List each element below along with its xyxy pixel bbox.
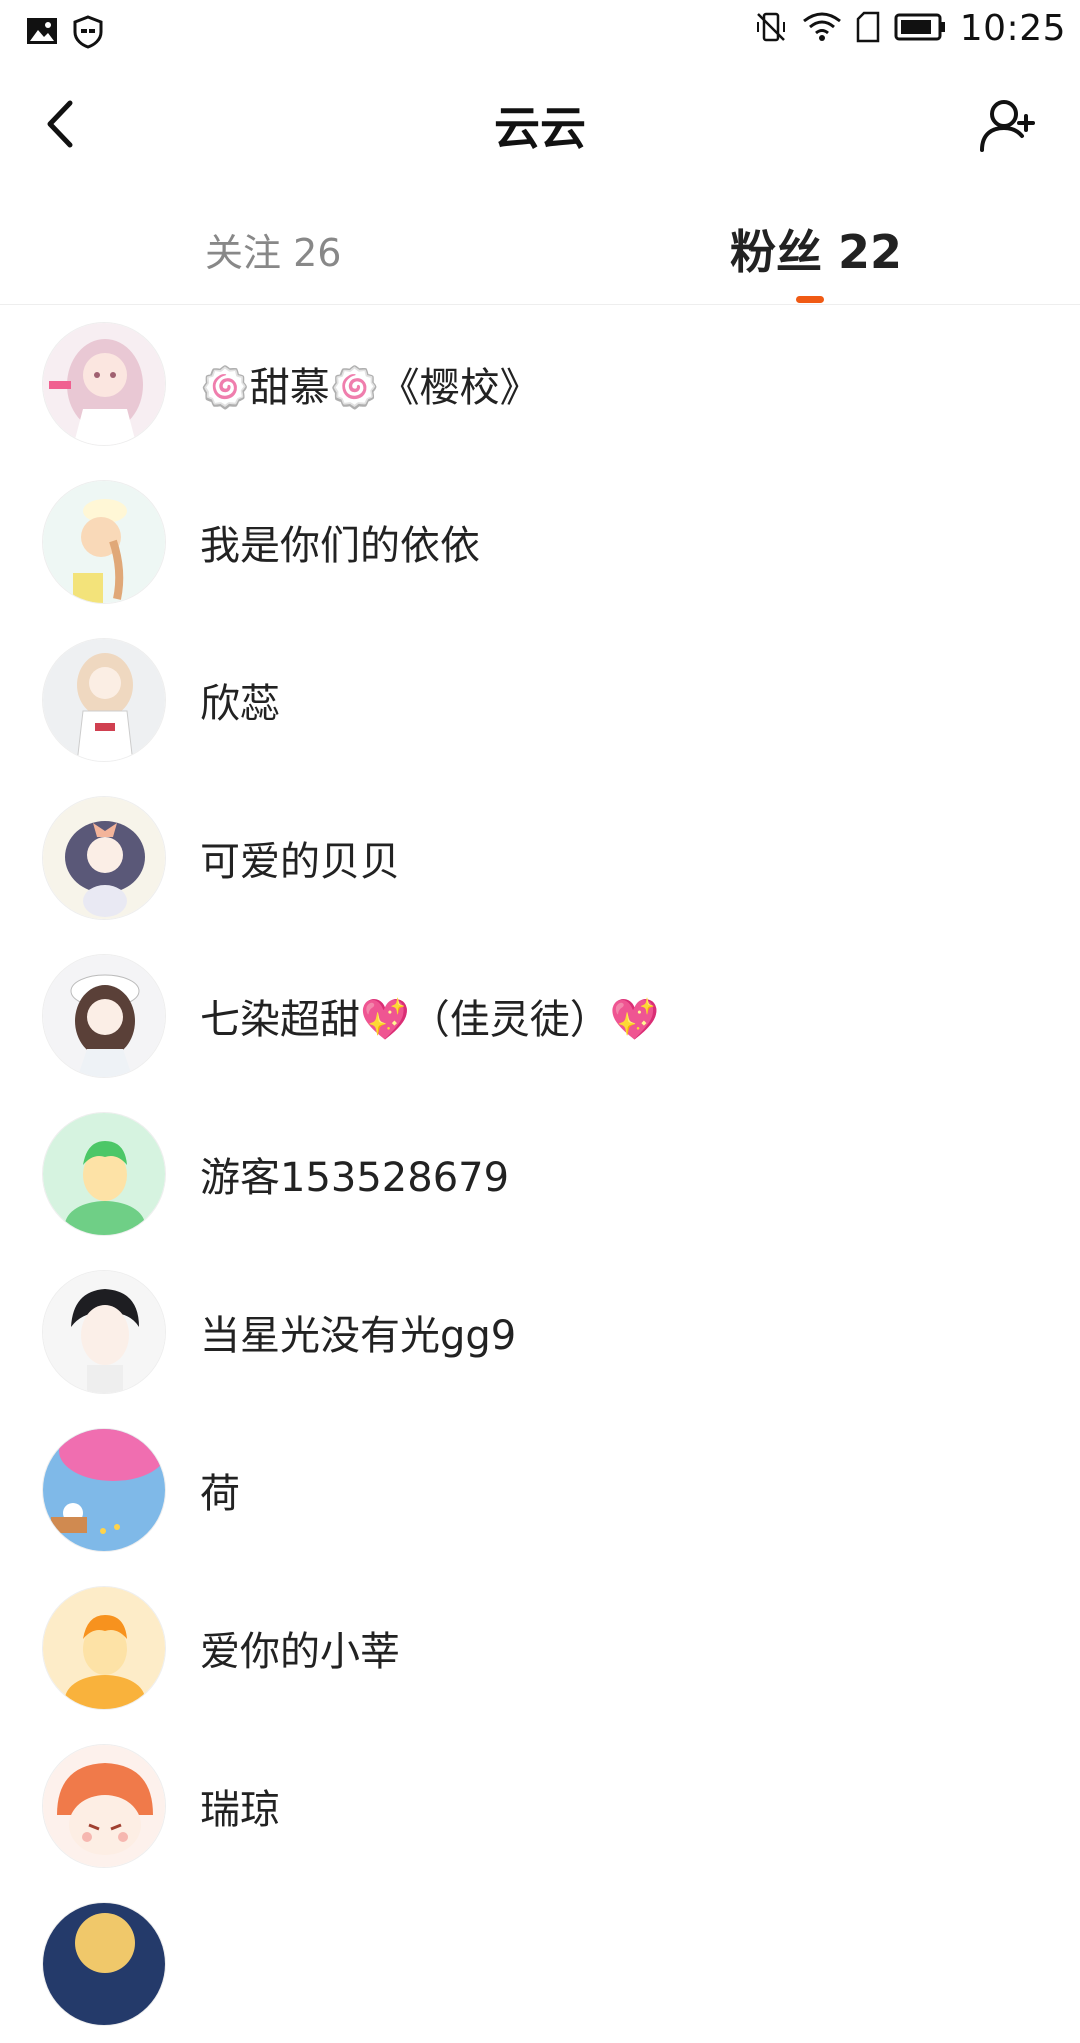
avatar[interactable] xyxy=(42,322,166,446)
image-icon xyxy=(26,15,58,53)
fan-nickname: 瑞琼 xyxy=(200,1787,280,1833)
fan-nickname: 欣蕊 xyxy=(200,681,280,727)
status-bar: 10:25 xyxy=(0,0,1080,62)
active-tab-indicator xyxy=(796,296,824,303)
list-item[interactable]: 我是你们的依依 xyxy=(0,463,1080,621)
list-item[interactable]: 游客153528679 xyxy=(0,1095,1080,1253)
list-item[interactable]: 欣蕊 xyxy=(0,621,1080,779)
list-item[interactable]: 荷 xyxy=(0,1411,1080,1569)
tab-fans[interactable]: 粉丝 22 xyxy=(730,216,902,282)
list-item[interactable]: 爱你的小莘 xyxy=(0,1569,1080,1727)
avatar[interactable] xyxy=(42,1586,166,1710)
list-item[interactable]: 可爱的贝贝 xyxy=(0,779,1080,937)
avatar[interactable] xyxy=(42,954,166,1078)
fan-nickname: 我是你们的依依 xyxy=(200,523,480,569)
fan-nickname: 可爱的贝贝 xyxy=(200,839,400,885)
page-title: 云云 xyxy=(494,101,586,155)
fan-nickname: 爱你的小莘 xyxy=(200,1629,400,1675)
fan-nickname: 荷 xyxy=(200,1471,240,1517)
avatar[interactable] xyxy=(42,1902,166,2026)
tab-bar: 关注 26 粉丝 22 xyxy=(0,192,1080,305)
battery-icon xyxy=(894,12,946,46)
avatar[interactable] xyxy=(42,796,166,920)
avatar[interactable] xyxy=(42,1744,166,1868)
fan-nickname: 游客153528679 xyxy=(200,1155,510,1201)
vibrate-off-icon xyxy=(754,10,788,48)
wifi-icon xyxy=(802,11,842,47)
add-friend-button[interactable] xyxy=(974,92,1044,162)
avatar[interactable] xyxy=(42,1112,166,1236)
list-item[interactable] xyxy=(0,1885,1080,2043)
avatar[interactable] xyxy=(42,480,166,604)
list-item[interactable]: 🍥甜慕🍥《樱校》 xyxy=(0,305,1080,463)
avatar[interactable] xyxy=(42,1428,166,1552)
list-item[interactable]: 当星光没有光gg9 xyxy=(0,1253,1080,1411)
avatar[interactable] xyxy=(42,1270,166,1394)
fan-nickname: 当星光没有光gg9 xyxy=(200,1313,517,1359)
tab-following[interactable]: 关注 26 xyxy=(205,222,341,277)
person-add-icon xyxy=(978,94,1040,160)
fans-list: 🍥甜慕🍥《樱校》 我是你们的依依 欣蕊 可爱的贝贝 七染超甜💖（佳灵徒）💖 游客… xyxy=(0,305,1080,2043)
fan-nickname: 🍥甜慕🍥《樱校》 xyxy=(200,365,540,411)
shield-icon xyxy=(72,15,104,53)
header: 云云 xyxy=(0,62,1080,192)
avatar[interactable] xyxy=(42,638,166,762)
fan-nickname: 七染超甜💖（佳灵徒）💖 xyxy=(200,997,660,1043)
sim-card-icon xyxy=(856,11,880,47)
list-item[interactable]: 七染超甜💖（佳灵徒）💖 xyxy=(0,937,1080,1095)
status-time: 10:25 xyxy=(959,8,1066,49)
list-item[interactable]: 瑞琼 xyxy=(0,1727,1080,1885)
